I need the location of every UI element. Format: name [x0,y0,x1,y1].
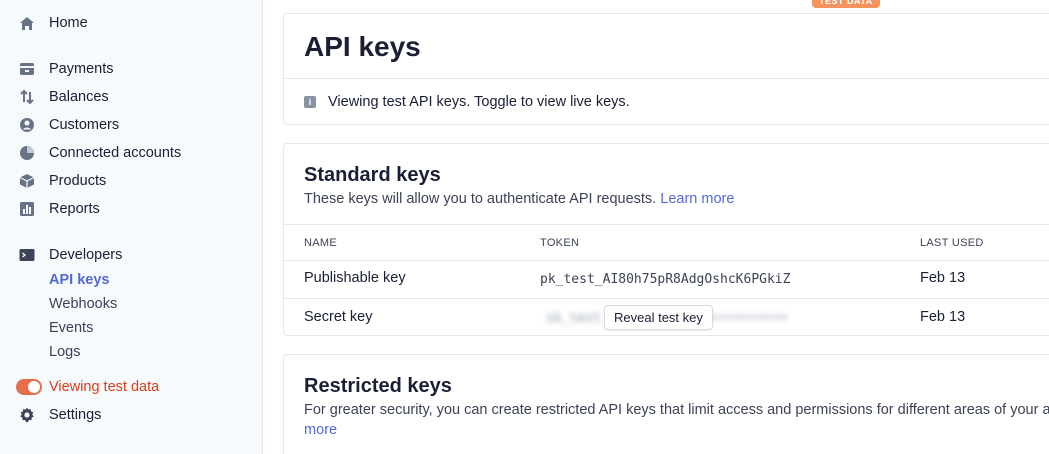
nav-payments[interactable]: Payments [18,58,113,80]
sidebar: Home Payments Balances Customers Connect… [0,0,263,454]
restricted-keys-description: For greater security, you can create res… [304,402,1049,418]
nav-customers[interactable]: Customers [18,114,119,136]
nav-customers-label: Customers [49,117,120,133]
nav-connected-accounts-label: Connected accounts [49,145,182,161]
publishable-key-token[interactable]: pk_test_AI80h75pR8AdgOshcK6PGkiZ [540,272,790,287]
notice-text: Viewing test API keys. Toggle to view li… [328,94,630,110]
nav-balances[interactable]: Balances [18,86,109,108]
connected-accounts-icon [18,144,36,162]
nav-products-label: Products [49,173,107,189]
nav-reports-label: Reports [49,201,100,217]
customers-icon [18,116,36,134]
nav-developers-label: Developers [49,247,123,263]
info-icon: i [304,96,316,108]
test-data-toggle-label: Viewing test data [49,379,160,395]
toggle-switch[interactable] [16,379,42,395]
nav-home[interactable]: Home [18,12,88,34]
publishable-key-name: Publishable key [304,270,406,286]
page-title: API keys [304,31,421,62]
nav-reports[interactable]: Reports [18,198,100,220]
nav-products[interactable]: Products [18,170,106,192]
test-mode-notice: i Viewing test API keys. Toggle to view … [304,94,630,110]
column-header-name: NAME [304,237,337,249]
payments-icon [18,60,36,78]
products-icon [18,172,36,190]
gear-icon [18,406,36,424]
learn-more-link[interactable]: more [304,422,337,438]
nav-events[interactable]: Events [49,320,93,340]
standard-keys-card: Standard keys These keys will allow you … [283,143,1049,336]
test-data-toggle[interactable]: Viewing test data [16,376,159,398]
divider [284,298,1049,299]
divider [284,260,1049,261]
nav-developers[interactable]: Developers [18,244,122,266]
header-card: API keys i Viewing test API keys. Toggle… [283,13,1049,125]
home-icon [18,14,36,32]
publishable-key-last-used: Feb 13 [920,270,966,286]
balances-icon [18,88,36,106]
nav-settings-label: Settings [49,407,102,423]
nav-settings[interactable]: Settings [18,404,101,426]
nav-webhooks[interactable]: Webhooks [49,296,117,316]
terminal-icon [18,246,36,264]
test-data-badge: TEST DATA [812,0,880,8]
nav-logs[interactable]: Logs [49,344,80,364]
reports-icon [18,200,36,218]
nav-connected-accounts[interactable]: Connected accounts [18,142,181,164]
standard-keys-description: These keys will allow you to authenticat… [304,191,734,207]
restricted-keys-title: Restricted keys [304,375,452,397]
nav-api-keys[interactable]: API keys [49,272,109,292]
column-header-token: TOKEN [540,237,580,249]
standard-keys-description-text: These keys will allow you to authenticat… [304,191,657,207]
nav-payments-label: Payments [49,61,114,77]
divider [284,78,1049,79]
secret-key-last-used: Feb 13 [920,309,966,325]
nav-balances-label: Balances [49,89,109,105]
main-content: TEST DATA API keys i Viewing test API ke… [263,0,1049,454]
secret-key-name: Secret key [304,309,373,325]
nav-home-label: Home [49,15,88,31]
divider [284,224,1049,225]
reveal-test-key-button[interactable]: Reveal test key [604,305,713,330]
column-header-last-used: LAST USED [920,237,984,249]
learn-more-link[interactable]: Learn more [660,191,734,207]
restricted-keys-card: Restricted keys For greater security, yo… [283,354,1049,454]
standard-keys-title: Standard keys [304,164,441,186]
